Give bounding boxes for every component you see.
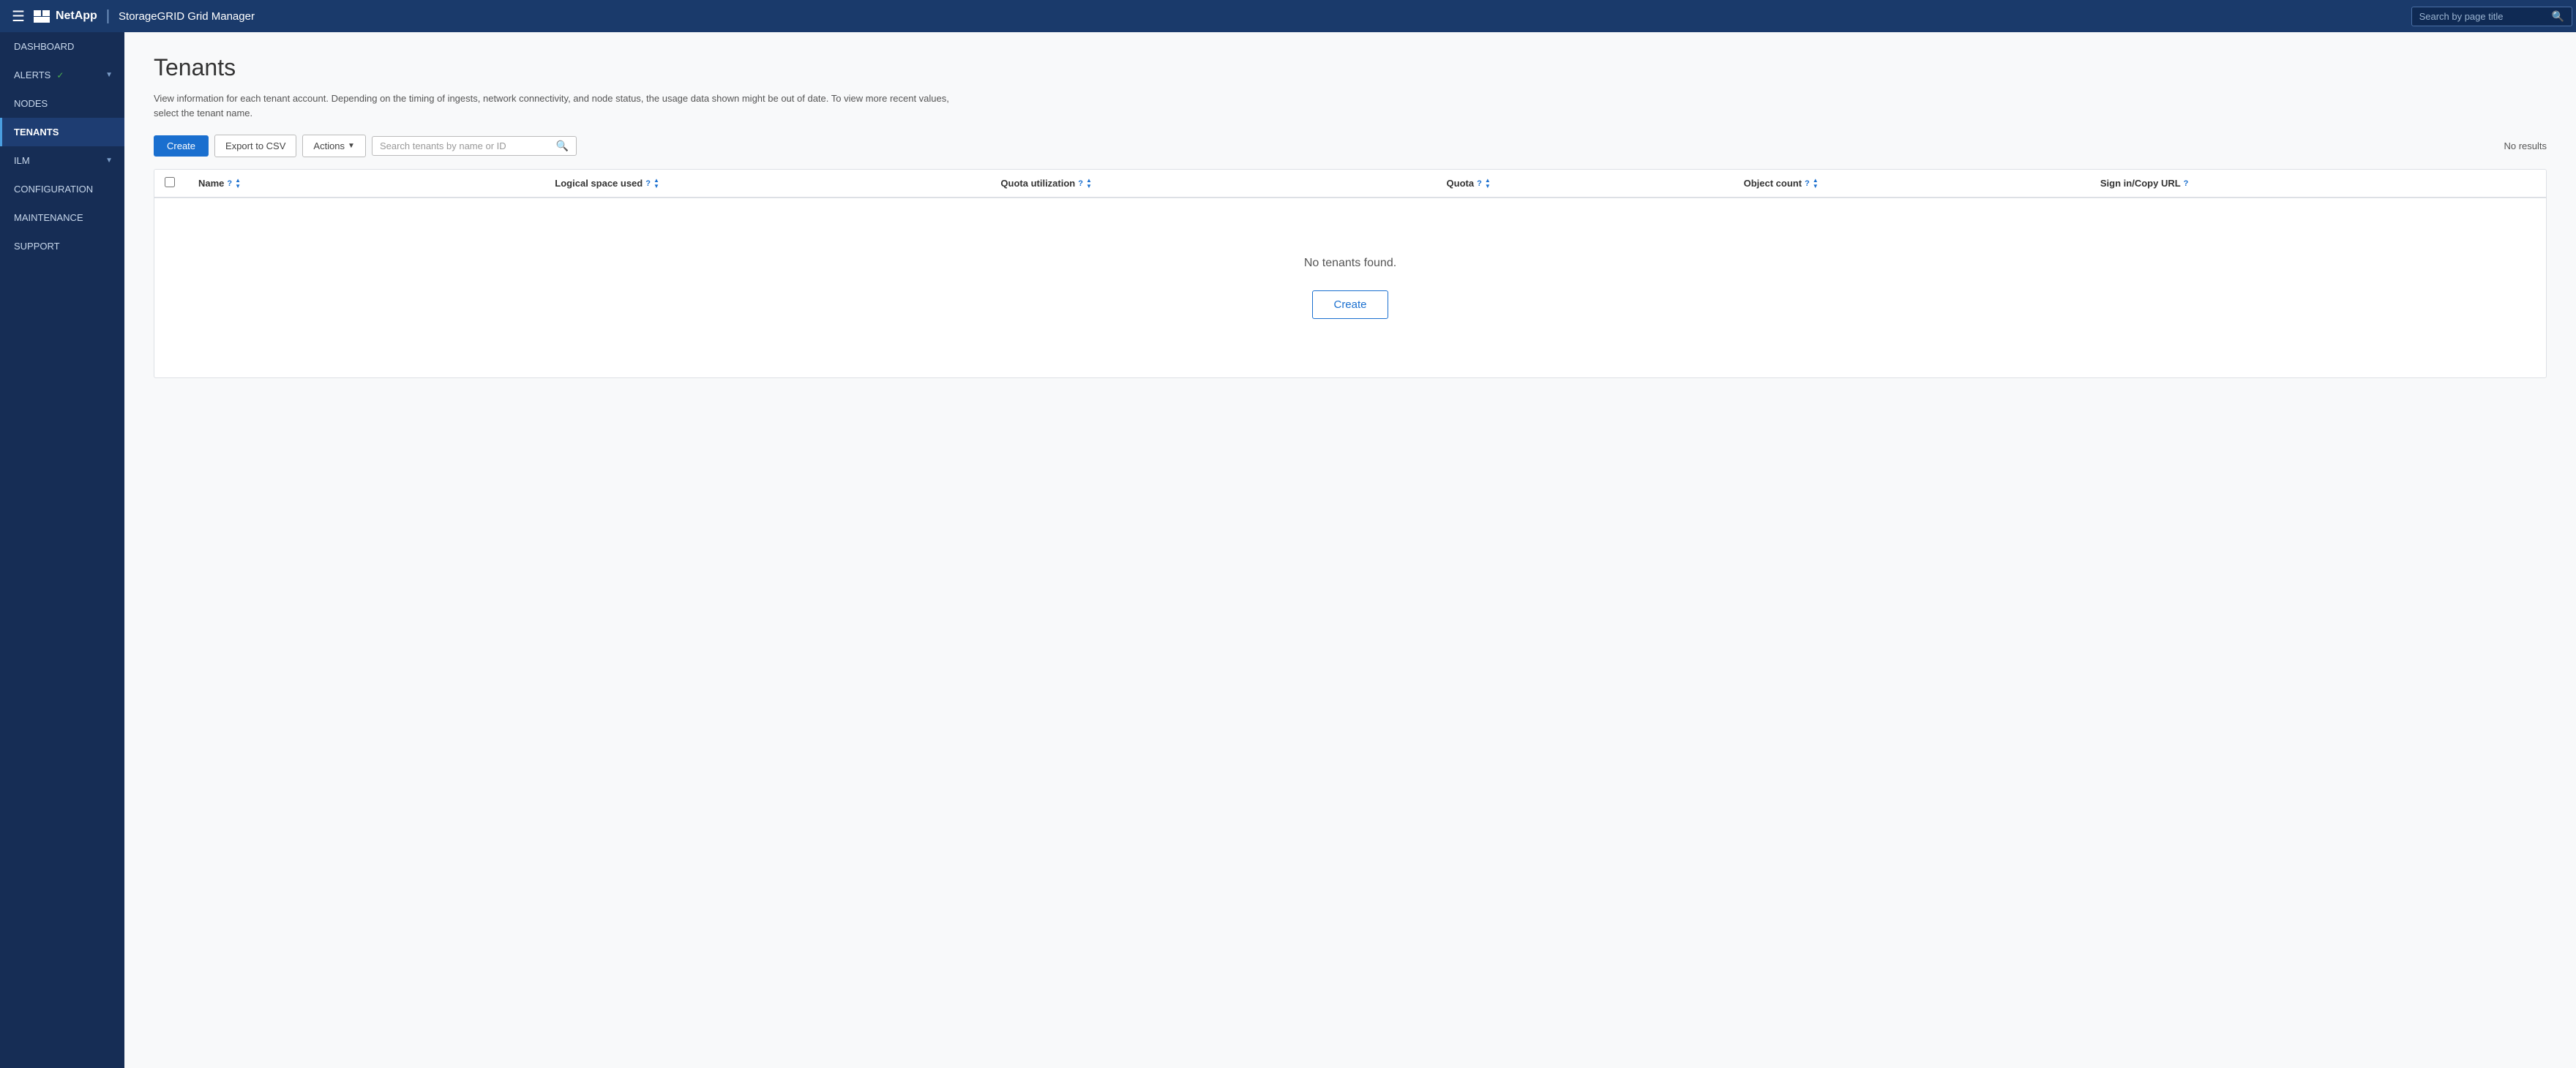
tenants-table: Name ? ▲▼ Logical space used ? ▲▼ Quota …: [154, 169, 2547, 378]
actions-label: Actions: [313, 140, 345, 151]
th-object-count[interactable]: Object count ? ▲▼: [1744, 178, 2100, 189]
sidebar-label-ilm: ILM: [14, 155, 30, 166]
sidebar-item-support[interactable]: SUPPORT: [0, 232, 124, 260]
sidebar-label-maintenance: MAINTENANCE: [14, 212, 83, 223]
empty-state-text: No tenants found.: [1304, 257, 1396, 270]
sidebar-item-alerts[interactable]: ALERTS ✓ ▼: [0, 61, 124, 89]
sidebar: DASHBOARD ALERTS ✓ ▼ NODES TENANTS ILM ▼…: [0, 32, 124, 1068]
th-logical-label: Logical space used: [555, 178, 643, 189]
sidebar-label-nodes: NODES: [14, 98, 48, 109]
actions-button[interactable]: Actions ▼: [302, 135, 366, 157]
logo-text: NetApp: [56, 10, 97, 23]
th-logical-sort-icon[interactable]: ▲▼: [654, 178, 659, 189]
th-quota-util-sort-icon[interactable]: ▲▼: [1086, 178, 1092, 189]
sidebar-item-maintenance[interactable]: MAINTENANCE: [0, 203, 124, 232]
empty-create-button[interactable]: Create: [1312, 290, 1388, 319]
th-object-count-sort-icon[interactable]: ▲▼: [1813, 178, 1819, 189]
create-button[interactable]: Create: [154, 135, 209, 157]
nav-divider: |: [106, 8, 110, 25]
th-checkbox: [154, 177, 191, 189]
th-object-count-label: Object count: [1744, 178, 1802, 189]
th-name[interactable]: Name ? ▲▼: [191, 178, 555, 189]
export-csv-button[interactable]: Export to CSV: [214, 135, 296, 157]
sidebar-label-support: SUPPORT: [14, 241, 60, 252]
th-name-help-icon[interactable]: ?: [227, 179, 232, 188]
toolbar: Create Export to CSV Actions ▼ 🔍 No resu…: [154, 135, 2547, 157]
sidebar-label-alerts: ALERTS: [14, 69, 50, 80]
alerts-item-inner: ALERTS ✓: [14, 69, 64, 80]
empty-state: No tenants found. Create: [154, 198, 2546, 377]
sidebar-item-dashboard[interactable]: DASHBOARD: [0, 32, 124, 61]
netapp-logo-icon: [34, 10, 50, 23]
main-content: Tenants View information for each tenant…: [124, 32, 2576, 1068]
page-search-button[interactable]: 🔍: [2552, 10, 2564, 23]
th-quota-util-label: Quota utilization: [1000, 178, 1075, 189]
alerts-status-icon: ✓: [56, 70, 64, 80]
tenant-search-input[interactable]: [380, 140, 556, 151]
page-search: 🔍: [2411, 7, 2564, 26]
th-sign-url-help-icon[interactable]: ?: [2184, 179, 2189, 188]
ilm-chevron-icon: ▼: [105, 157, 113, 165]
app-title: StorageGRID Grid Manager: [119, 10, 255, 23]
no-results-label: No results: [2504, 140, 2547, 151]
page-description: View information for each tenant account…: [154, 91, 959, 120]
sidebar-item-ilm[interactable]: ILM ▼: [0, 146, 124, 175]
sidebar-label-dashboard: DASHBOARD: [14, 41, 74, 52]
page-search-input[interactable]: [2411, 7, 2572, 26]
sidebar-item-configuration[interactable]: CONFIGURATION: [0, 175, 124, 203]
th-name-sort-icon[interactable]: ▲▼: [235, 178, 241, 189]
th-quota-utilization[interactable]: Quota utilization ? ▲▼: [1000, 178, 1446, 189]
select-all-checkbox[interactable]: [165, 177, 175, 187]
sidebar-item-nodes[interactable]: NODES: [0, 89, 124, 118]
page-title: Tenants: [154, 54, 2547, 81]
th-logical-help-icon[interactable]: ?: [645, 179, 651, 188]
app-logo: NetApp: [34, 10, 97, 23]
th-quota[interactable]: Quota ? ▲▼: [1447, 178, 1744, 189]
th-object-count-help-icon[interactable]: ?: [1805, 179, 1810, 188]
th-quota-label: Quota: [1447, 178, 1475, 189]
top-navigation: ☰ NetApp | StorageGRID Grid Manager 🔍: [0, 0, 2576, 32]
sidebar-label-tenants: TENANTS: [14, 127, 59, 138]
sidebar-item-tenants[interactable]: TENANTS: [0, 118, 124, 146]
tenant-search-container: 🔍: [372, 136, 577, 156]
alerts-chevron-icon: ▼: [105, 71, 113, 79]
hamburger-menu-icon[interactable]: ☰: [12, 7, 25, 26]
th-sign-url: Sign in/Copy URL ?: [2100, 178, 2546, 189]
sidebar-label-configuration: CONFIGURATION: [14, 184, 93, 195]
th-logical-space[interactable]: Logical space used ? ▲▼: [555, 178, 1000, 189]
th-quota-util-help-icon[interactable]: ?: [1078, 179, 1083, 188]
th-quota-help-icon[interactable]: ?: [1477, 179, 1482, 188]
th-sign-url-label: Sign in/Copy URL: [2100, 178, 2181, 189]
tenant-search-icon: 🔍: [556, 140, 569, 152]
table-header: Name ? ▲▼ Logical space used ? ▲▼ Quota …: [154, 170, 2546, 198]
th-quota-sort-icon[interactable]: ▲▼: [1485, 178, 1491, 189]
actions-chevron-icon: ▼: [348, 142, 355, 150]
th-name-label: Name: [198, 178, 224, 189]
main-layout: DASHBOARD ALERTS ✓ ▼ NODES TENANTS ILM ▼…: [0, 32, 2576, 1068]
